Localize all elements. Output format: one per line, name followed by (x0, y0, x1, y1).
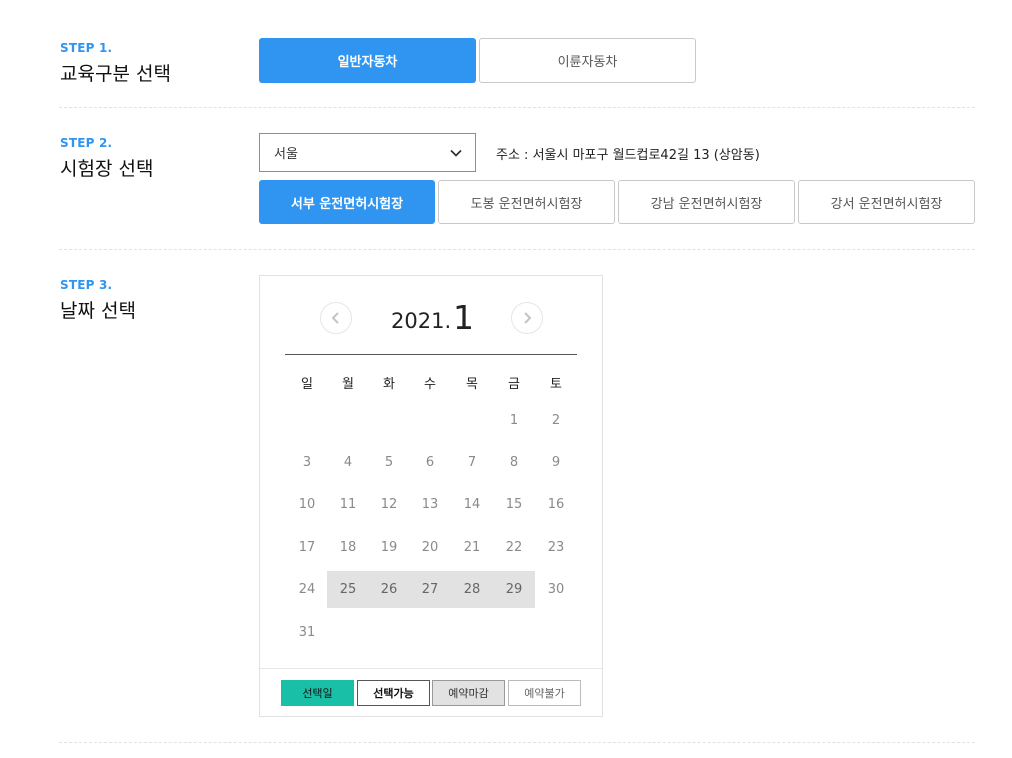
calendar-day[interactable]: 8 (493, 444, 535, 481)
step3-title: 날짜 선택 (60, 300, 136, 322)
step1-title: 교육구분 선택 (60, 63, 171, 85)
calendar-day[interactable]: 6 (409, 444, 451, 481)
step-divider (59, 107, 975, 108)
calendar-day[interactable]: 4 (327, 444, 369, 481)
step2-title: 시험장 선택 (60, 158, 154, 180)
step1-label: STEP 1. (60, 41, 113, 55)
calendar-day[interactable]: 19 (368, 529, 410, 566)
step-divider (59, 742, 975, 743)
calendar-day[interactable]: 28 (451, 571, 493, 608)
chevron-down-icon (449, 146, 463, 164)
weekday-header: 목 (466, 377, 478, 392)
calendar-day[interactable]: 3 (286, 444, 328, 481)
calendar-day[interactable]: 13 (409, 486, 451, 523)
calendar-day[interactable]: 2 (535, 402, 577, 439)
weekday-header: 수 (424, 377, 436, 392)
calendar-day[interactable]: 9 (535, 444, 577, 481)
calendar-year: 2021. (391, 309, 452, 333)
weekday-header: 화 (383, 377, 395, 392)
calendar-day[interactable]: 10 (286, 486, 328, 523)
calendar-day[interactable]: 29 (493, 571, 535, 608)
weekday-header: 금 (508, 377, 520, 392)
calendar-day[interactable]: 21 (451, 529, 493, 566)
legend-available: 선택가능 (357, 680, 430, 706)
center-gangseo-button[interactable]: 강서 운전면허시험장 (798, 180, 975, 224)
calendar-day[interactable]: 18 (327, 529, 369, 566)
center-seobu-button[interactable]: 서부 운전면허시험장 (259, 180, 435, 224)
calendar-day[interactable]: 22 (493, 529, 535, 566)
calendar-day[interactable]: 15 (493, 486, 535, 523)
calendar-header-rule (285, 354, 577, 355)
chevron-left-icon (331, 312, 339, 324)
calendar-day[interactable]: 26 (368, 571, 410, 608)
calendar-day[interactable]: 20 (409, 529, 451, 566)
calendar-day[interactable]: 27 (409, 571, 451, 608)
test-center-address: 주소 : 서울시 마포구 월드컵로42길 13 (상암동) (496, 148, 760, 163)
option-two-wheeler-button[interactable]: 이륜자동차 (479, 38, 696, 83)
calendar-day[interactable]: 16 (535, 486, 577, 523)
center-dobong-button[interactable]: 도봉 운전면허시험장 (438, 180, 615, 224)
calendar-day[interactable]: 30 (535, 571, 577, 608)
region-select[interactable]: 서울 (259, 133, 476, 172)
legend-selected: 선택일 (281, 680, 354, 706)
step2-label: STEP 2. (60, 136, 113, 150)
calendar-day[interactable]: 5 (368, 444, 410, 481)
weekday-header: 일 (301, 377, 313, 392)
calendar-day[interactable]: 25 (327, 571, 369, 608)
weekday-header: 월 (342, 377, 354, 392)
legend-unavailable: 예약불가 (508, 680, 581, 706)
calendar-month: 1 (453, 298, 474, 337)
calendar-day[interactable]: 12 (368, 486, 410, 523)
option-general-car-button[interactable]: 일반자동차 (259, 38, 476, 83)
calendar-day[interactable]: 17 (286, 529, 328, 566)
calendar-day[interactable]: 14 (451, 486, 493, 523)
calendar-day[interactable]: 1 (493, 402, 535, 439)
calendar-day[interactable]: 24 (286, 571, 328, 608)
region-select-value: 서울 (274, 147, 298, 162)
calendar-day[interactable]: 7 (451, 444, 493, 481)
calendar-day[interactable]: 11 (327, 486, 369, 523)
next-month-button[interactable] (511, 302, 543, 334)
step3-label: STEP 3. (60, 278, 113, 292)
chevron-right-icon (524, 312, 532, 324)
date-calendar: 2021. 1 일월화수목금토 1 2 3 4 5 6 7 8 9 10 11 12 13 14 15 16 1… (259, 275, 603, 717)
prev-month-button[interactable] (320, 302, 352, 334)
center-gangnam-button[interactable]: 강남 운전면허시험장 (618, 180, 795, 224)
calendar-day[interactable]: 23 (535, 529, 577, 566)
legend-closed: 예약마감 (432, 680, 505, 706)
calendar-legend-rule (260, 668, 602, 669)
calendar-day[interactable]: 31 (286, 614, 328, 651)
weekday-header: 토 (550, 377, 562, 392)
step-divider (59, 249, 975, 250)
